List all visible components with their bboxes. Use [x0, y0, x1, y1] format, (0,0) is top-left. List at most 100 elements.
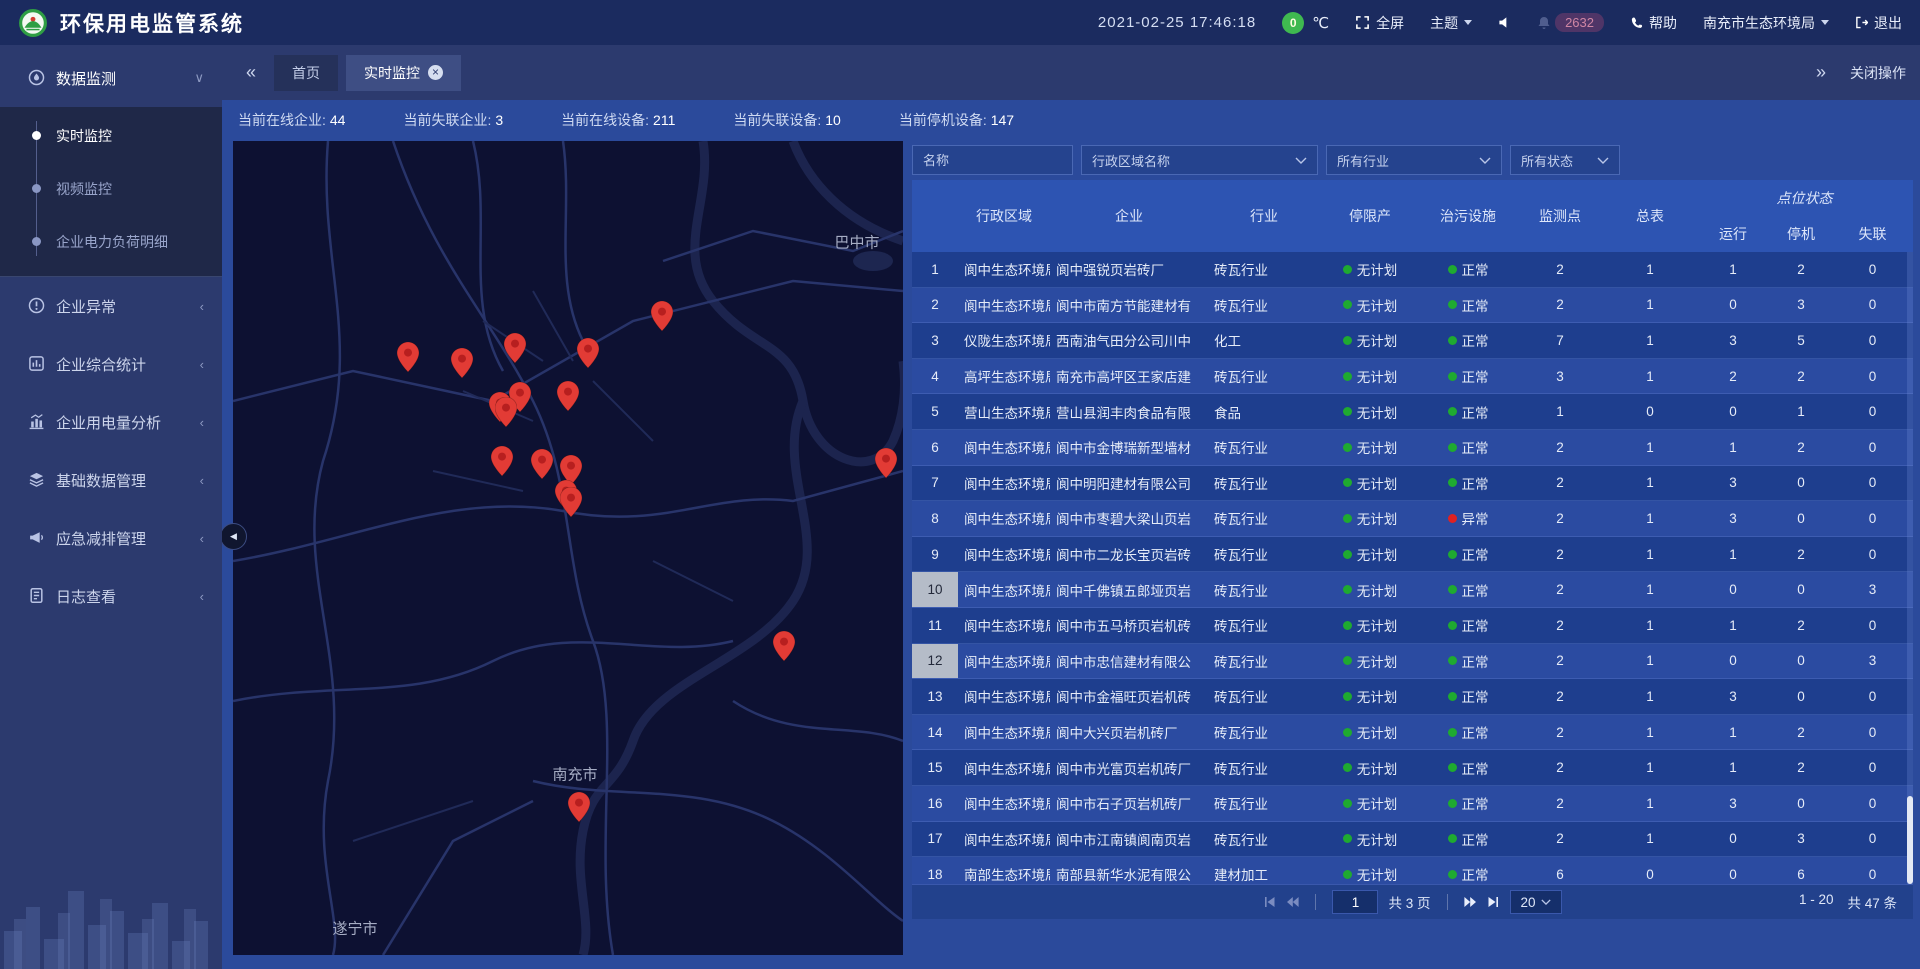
- map-pin-icon[interactable]: [504, 333, 526, 363]
- first-page-icon[interactable]: [1263, 896, 1276, 908]
- table-row[interactable]: 3仪陇生态环境局西南油气田分公司川中化工无计划正常71350: [912, 323, 1913, 359]
- status-dot-icon: [1343, 728, 1352, 737]
- limit-status-label: 无计划: [1357, 473, 1398, 493]
- table-row[interactable]: 7阆中生态环境局阆中明阳建材有限公司砖瓦行业无计划正常21300: [912, 466, 1913, 502]
- cell-stop-count: 0: [1770, 572, 1832, 607]
- table-row[interactable]: 13阆中生态环境局阆中市金福旺页岩机砖砖瓦行业无计划正常21300: [912, 679, 1913, 715]
- map-pin-icon[interactable]: [495, 397, 517, 427]
- table-row[interactable]: 18南部生态环境局南部县新华水泥有限公建材加工无计划正常60060: [912, 857, 1913, 884]
- table-row[interactable]: 2阆中生态环境局阆中市南方节能建材有砖瓦行业无计划正常21030: [912, 288, 1913, 324]
- table-row[interactable]: 8阆中生态环境局阆中市枣碧大梁山页岩砖瓦行业无计划异常21300: [912, 501, 1913, 537]
- sidebar-subitem-1[interactable]: 视频监控: [0, 162, 222, 215]
- map-pin-icon[interactable]: [875, 448, 897, 478]
- chevron-left-icon: ‹: [200, 299, 204, 314]
- row-index: 16: [912, 786, 958, 821]
- stat-label: 当前失联企业:: [403, 112, 491, 128]
- logout-button[interactable]: 退出: [1855, 13, 1902, 33]
- map-pin-icon[interactable]: [491, 446, 513, 476]
- map-pin-icon[interactable]: [651, 301, 673, 331]
- table-row[interactable]: 9阆中生态环境局阆中市二龙长宝页岩砖砖瓦行业无计划正常21120: [912, 537, 1913, 573]
- sidebar-item-0[interactable]: 数据监测∨: [0, 49, 222, 107]
- cell-stop-count: 2: [1770, 715, 1832, 750]
- stat-value: 211: [653, 112, 675, 128]
- tab-1[interactable]: 实时监控×: [346, 55, 461, 91]
- map-pin-icon[interactable]: [560, 487, 582, 517]
- help-button[interactable]: 帮助: [1630, 13, 1677, 33]
- close-operations-button[interactable]: 关闭操作: [1850, 63, 1906, 83]
- sidebar-item-5[interactable]: 应急减排管理‹: [0, 509, 222, 567]
- cell-region: 阆中生态环境局: [958, 537, 1050, 572]
- status-dot-icon: [1448, 728, 1457, 737]
- theme-menu[interactable]: 主题: [1430, 13, 1472, 33]
- page-size-select[interactable]: 20: [1510, 890, 1562, 914]
- map-pin-icon[interactable]: [451, 348, 473, 378]
- fullscreen-button[interactable]: 全屏: [1355, 13, 1404, 33]
- cell-total-meters: 1: [1604, 644, 1696, 679]
- sidebar-submenu: 实时监控视频监控企业电力负荷明细: [0, 107, 222, 276]
- scrollbar-thumb[interactable]: [1907, 796, 1913, 884]
- table-row[interactable]: 14阆中生态环境局阆中大兴页岩机砖厂砖瓦行业无计划正常21120: [912, 715, 1913, 751]
- table-row[interactable]: 15阆中生态环境局阆中市光富页岩机砖厂砖瓦行业无计划正常21120: [912, 750, 1913, 786]
- sidebar-item-6[interactable]: 日志查看‹: [0, 567, 222, 625]
- industry-select[interactable]: 所有行业: [1326, 145, 1502, 175]
- table-row[interactable]: 5营山生态环境局营山县润丰肉食品有限食品无计划正常10010: [912, 394, 1913, 430]
- map-panel[interactable]: 巴中市南充市遂宁市 ◀: [233, 141, 903, 955]
- table-row[interactable]: 10阆中生态环境局阆中千佛镇五郎垭页岩砖瓦行业无计划正常21003: [912, 572, 1913, 608]
- current-page-input[interactable]: 1: [1332, 890, 1378, 914]
- table-row[interactable]: 1阆中生态环境局阆中强锐页岩砖厂砖瓦行业无计划正常21120: [912, 252, 1913, 288]
- tabs-scroll-left-icon[interactable]: «: [236, 62, 266, 83]
- region-select[interactable]: 行政区域名称: [1081, 145, 1318, 175]
- table-row[interactable]: 4高坪生态环境局南充市高坪区王家店建砖瓦行业无计划正常31220: [912, 359, 1913, 395]
- table-row[interactable]: 17阆中生态环境局阆中市江南镇阆南页岩砖瓦行业无计划正常21030: [912, 822, 1913, 858]
- column-header-company: 企业: [1050, 180, 1208, 252]
- sidebar-group: 应急减排管理‹: [0, 509, 222, 567]
- table-row[interactable]: 16阆中生态环境局阆中市石子页岩机砖厂砖瓦行业无计划正常21300: [912, 786, 1913, 822]
- cell-industry: 砖瓦行业: [1208, 252, 1320, 287]
- sidebar-item-2[interactable]: 企业综合统计‹: [0, 335, 222, 393]
- map-pin-icon[interactable]: [577, 338, 599, 368]
- scrollbar-track: [1907, 252, 1913, 884]
- table-row[interactable]: 11阆中生态环境局阆中市五马桥页岩机砖砖瓦行业无计划正常21120: [912, 608, 1913, 644]
- next-page-icon[interactable]: [1464, 896, 1477, 908]
- status-select[interactable]: 所有状态: [1510, 145, 1620, 175]
- table-row[interactable]: 12阆中生态环境局阆中市忠信建材有限公砖瓦行业无计划正常21003: [912, 644, 1913, 680]
- last-page-icon[interactable]: [1487, 896, 1500, 908]
- chevron-left-icon: ‹: [200, 589, 204, 604]
- status-dot-icon: [1343, 265, 1352, 274]
- status-dot-icon: [1448, 407, 1457, 416]
- pager-divider: [1447, 894, 1448, 910]
- map-pin-icon[interactable]: [568, 792, 590, 822]
- facility-status-label: 正常: [1462, 829, 1489, 849]
- row-index: 15: [912, 750, 958, 785]
- sidebar-subitem-2[interactable]: 企业电力负荷明细: [0, 215, 222, 268]
- map-pin-icon[interactable]: [531, 449, 553, 479]
- table-row[interactable]: 6阆中生态环境局阆中市金博瑞新型墙材砖瓦行业无计划正常21120: [912, 430, 1913, 466]
- sidebar-subitem-0[interactable]: 实时监控: [0, 109, 222, 162]
- org-menu[interactable]: 南充市生态环境局: [1703, 13, 1829, 33]
- cell-total-meters: 1: [1604, 572, 1696, 607]
- status-dot-icon: [1448, 372, 1457, 381]
- panel-collapse-button[interactable]: ◀: [220, 523, 247, 550]
- map-pin-icon[interactable]: [557, 381, 579, 411]
- facility-status-label: 正常: [1462, 758, 1489, 778]
- tabs-scroll-right-icon[interactable]: »: [1806, 62, 1836, 83]
- name-search-input[interactable]: [912, 145, 1073, 175]
- prev-page-icon[interactable]: [1286, 896, 1299, 908]
- tab-0[interactable]: 首页: [274, 55, 338, 91]
- notification-area[interactable]: 2632: [1537, 13, 1604, 32]
- map-pin-icon[interactable]: [397, 342, 419, 372]
- limit-status-label: 无计划: [1357, 295, 1398, 315]
- total-pages-label: 共 3 页: [1388, 892, 1430, 912]
- datetime-label: 2021-02-25 17:46:18: [1098, 14, 1256, 31]
- map-pin-icon[interactable]: [773, 631, 795, 661]
- sidebar-item-1[interactable]: 企业异常‹: [0, 277, 222, 335]
- cell-company: 阆中市金博瑞新型墙材: [1050, 430, 1208, 465]
- sidebar-item-3[interactable]: 企业用电量分析‹: [0, 393, 222, 451]
- tab-close-icon[interactable]: ×: [428, 65, 443, 80]
- sidebar-item-4[interactable]: 基础数据管理‹: [0, 451, 222, 509]
- sound-toggle[interactable]: [1498, 16, 1511, 29]
- cell-region: 南部生态环境局: [958, 857, 1050, 884]
- cell-total-meters: 0: [1604, 857, 1696, 884]
- cell-run-count: 3: [1696, 786, 1770, 821]
- cell-industry: 砖瓦行业: [1208, 359, 1320, 394]
